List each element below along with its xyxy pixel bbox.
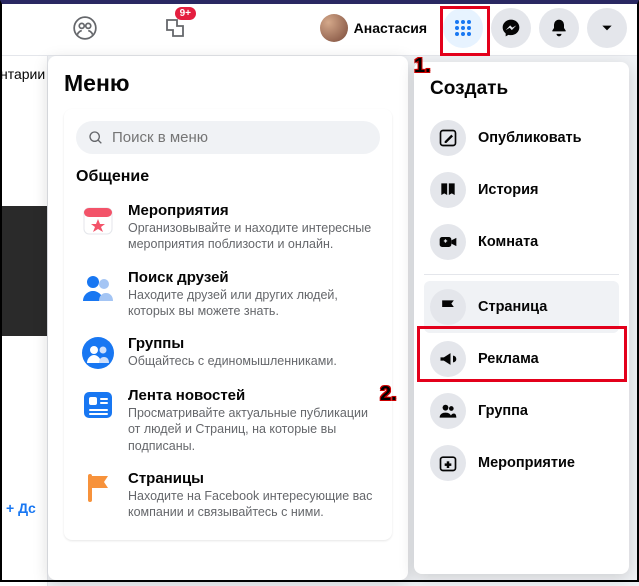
account-button[interactable] xyxy=(587,8,627,48)
top-nav: 9+ Анастасия xyxy=(0,0,639,56)
menu-item-newsfeed[interactable]: Лента новостейПросматривайте актуальные … xyxy=(76,379,380,462)
flag-icon xyxy=(430,289,466,325)
grid-icon xyxy=(453,18,473,38)
bell-icon xyxy=(549,18,569,38)
menu-item-pages[interactable]: СтраницыНаходите на Facebook интересующи… xyxy=(76,462,380,529)
caret-down-icon xyxy=(600,21,614,35)
avatar xyxy=(320,14,348,42)
truncated-label: нтарии xyxy=(0,56,47,82)
add-shortcut[interactable]: + Дс xyxy=(6,500,36,516)
profile-chip[interactable]: Анастасия xyxy=(316,10,435,46)
search-input[interactable] xyxy=(112,129,368,146)
friends-icon xyxy=(80,269,116,305)
groups-tab[interactable] xyxy=(60,3,110,53)
user-name: Анастасия xyxy=(354,20,427,36)
annotation-2: 2. xyxy=(380,383,397,406)
create-item-group[interactable]: Группа xyxy=(424,385,619,437)
create-item-page[interactable]: Страница xyxy=(424,281,619,333)
menu-item-find-friends[interactable]: Поиск друзейНаходите друзей или других л… xyxy=(76,261,380,328)
search-icon xyxy=(88,130,104,146)
calendar-plus-icon xyxy=(430,445,466,481)
create-item-ad[interactable]: Реклама xyxy=(424,333,619,385)
groups-icon xyxy=(80,335,116,371)
book-icon xyxy=(430,172,466,208)
calendar-icon xyxy=(80,202,116,238)
notifications-button[interactable] xyxy=(539,8,579,48)
gaming-tab[interactable]: 9+ xyxy=(150,3,200,53)
megaphone-icon xyxy=(430,341,466,377)
video-plus-icon xyxy=(430,224,466,260)
story-card-partial[interactable] xyxy=(0,206,47,336)
edit-icon xyxy=(430,120,466,156)
menu-button[interactable] xyxy=(443,8,483,48)
search-input-wrapper[interactable] xyxy=(76,121,380,154)
menu-panel: Меню Общение МероприятияОрганизовывайте … xyxy=(48,56,408,580)
flag-icon xyxy=(80,470,116,506)
create-title: Создать xyxy=(424,78,619,112)
menu-item-events[interactable]: МероприятияОрганизовывайте и находите ин… xyxy=(76,194,380,261)
menu-item-groups[interactable]: ГруппыОбщайтесь с единомышленниками. xyxy=(76,327,380,379)
menu-title: Меню xyxy=(64,70,392,97)
badge: 9+ xyxy=(175,7,196,20)
create-item-story[interactable]: История xyxy=(424,164,619,216)
create-item-post[interactable]: Опубликовать xyxy=(424,112,619,164)
section-header: Общение xyxy=(76,168,380,186)
messenger-button[interactable] xyxy=(491,8,531,48)
create-panel: Создать Опубликовать История Комната Стр… xyxy=(414,62,629,574)
messenger-icon xyxy=(501,18,521,38)
left-sidebar-partial: нтарии + Дс xyxy=(0,56,48,586)
create-item-event[interactable]: Мероприятие xyxy=(424,437,619,489)
group-icon xyxy=(430,393,466,429)
create-item-room[interactable]: Комната xyxy=(424,216,619,268)
newsfeed-icon xyxy=(80,387,116,423)
annotation-1: 1. xyxy=(414,55,431,78)
